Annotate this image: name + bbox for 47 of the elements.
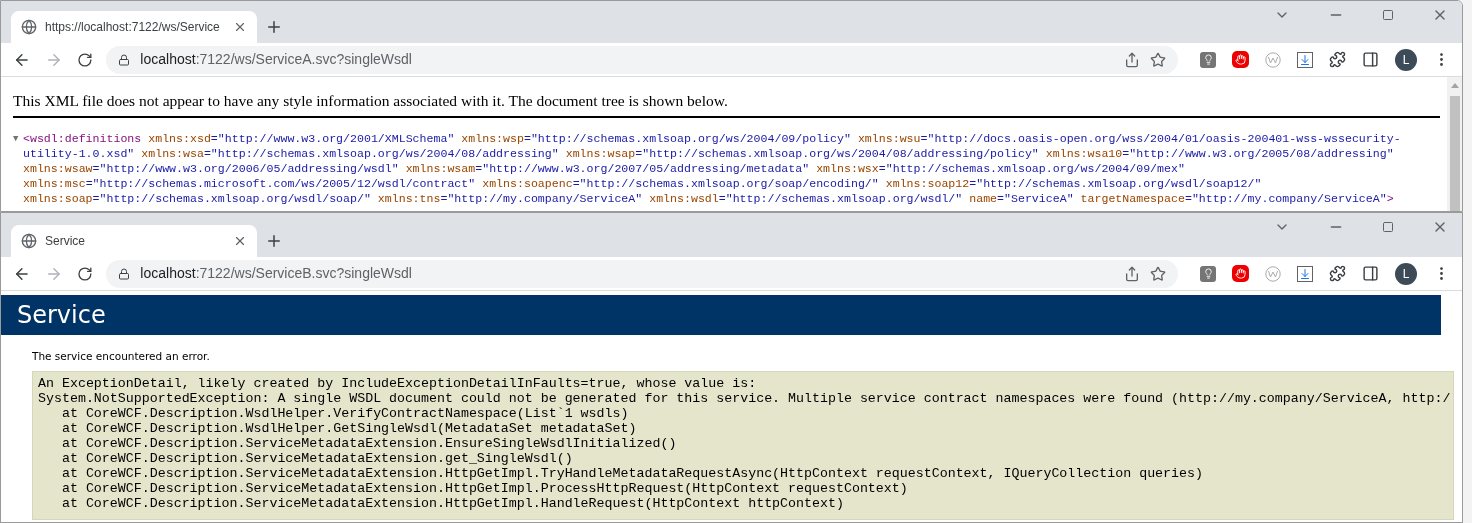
xml-code-line: <wsdl:definitions xmlns:xsd="http://www.w3.org/2001/XMLSchema" xmlns:wsp="http://schemas.xmlsoap.org/ws/2004/09/policy" xmlns:wsu="http://docs.oasis-open.org/wss/2004/01/oasis-200401-wss-wssecurity- — [23, 131, 1401, 147]
address-bar[interactable]: localhost:7122/ws/ServiceA.svc?singleWsdl — [106, 45, 1178, 74]
download-extension-icon[interactable] — [1297, 51, 1313, 68]
maximize-icon[interactable] — [1382, 221, 1394, 233]
tab-title: Service — [45, 233, 86, 250]
close-tab-icon[interactable] — [233, 20, 247, 34]
lightbulb-extension-icon[interactable] — [1200, 51, 1216, 68]
url-text: localhost:7122/ws/ServiceB.svc?singleWsdl — [140, 264, 413, 283]
xml-code-line: utility-1.0.xsd" xmlns:wsa="http://schemas.xmlsoap.org/ws/2004/08/addressing" xmlns:wsap="http://schemas.xmlsoap.org/ws/2004/08/addressing/policy" xmlns:wsa10="http://www.w3.org/2005/08/addressing" — [23, 146, 1395, 162]
download-extension-icon[interactable] — [1297, 265, 1313, 282]
tab-title: https://localhost:7122/ws/Service — [45, 19, 221, 36]
globe-icon — [21, 233, 37, 249]
stop-hand-extension-icon[interactable] — [1232, 265, 1249, 282]
side-panel-icon[interactable] — [1362, 265, 1379, 282]
address-bar[interactable]: localhost:7122/ws/ServiceB.svc?singleWsdl — [106, 259, 1178, 288]
xml-code-line: xmlns:soap="http://schemas.xmlsoap.org/wsdl/soap/" xmlns:tns="http://my.company/ServiceA" xmlns:wsdl="http://schemas.xmlsoap.org/wsdl/" name="ServiceA" targetNamespace="http://my.company/ServiceA"> — [23, 191, 1395, 207]
extensions-icon[interactable] — [1329, 265, 1346, 282]
reload-icon[interactable] — [76, 265, 93, 282]
reload-icon[interactable] — [76, 51, 93, 68]
url-text: localhost:7122/ws/ServiceA.svc?singleWsdl — [140, 50, 413, 69]
error-message: The service encountered an error. — [32, 349, 211, 364]
browser-tab[interactable]: https://localhost:7122/ws/Service — [11, 11, 257, 43]
maximize-icon[interactable] — [1382, 9, 1394, 21]
xml-code-line: xmlns:wsaw="http://www.w3.org/2006/05/addressing/wsdl" xmlns:wsam="http://www.w3.org/2007/05/addressing/metadata" xmlns:wsx="http://schemas.xmlsoap.org/ws/2004/09/mex" — [23, 161, 1186, 177]
collapse-toggle[interactable]: ▼ — [13, 131, 23, 207]
lightbulb-extension-icon[interactable] — [1200, 265, 1216, 282]
close-tab-icon[interactable] — [233, 234, 247, 248]
lock-icon — [118, 267, 131, 280]
xml-notice: This XML file does not appear to have any style information associated with it. The document tree is shown below. — [13, 77, 1440, 119]
lock-icon — [118, 53, 131, 66]
bookmark-star-icon[interactable] — [1150, 265, 1166, 282]
profile-avatar[interactable]: L — [1395, 48, 1417, 71]
vertical-scrollbar[interactable] — [1447, 77, 1462, 211]
globe-icon — [21, 19, 37, 35]
extensions-icon[interactable] — [1329, 51, 1346, 68]
profile-avatar[interactable]: L — [1395, 262, 1417, 285]
bookmark-star-icon[interactable] — [1150, 51, 1166, 68]
xml-code-line: xmlns:msc="http://schemas.microsoft.com/ws/2005/12/wsdl/contract" xmlns:soapenc="http://schemas.xmlsoap.org/soap/encoding/" xmlns:soap12="http://schemas.xmlsoap.org/wsdl/soap12/" — [23, 176, 1263, 192]
service-heading: Service — [17, 300, 106, 331]
new-tab-icon[interactable] — [265, 232, 283, 250]
new-tab-icon[interactable] — [265, 18, 283, 36]
share-icon[interactable] — [1124, 51, 1140, 68]
exception-details: An ExceptionDetail, likely created by IncludeExceptionDetailInFaults=true, whose value is: System.NotSupportedException: A single WSDL document could not be generated for this service. Multiple service contract namespaces were found (http://my.company/ServiceA, http:/ at CoreWCF.Description.WsdlHelper.VerifyContractNamespace(List`1 wsdls) at CoreWCF.Description.WsdlHelper.GetSingleWsdl(MetadataSet metadataSet) at CoreWCF.Description.ServiceMetadataExtension.EnsureSingleWsdlInitialized() at CoreWCF.Description.ServiceMetadataExtension.get_SingleWsdl() at CoreWCF.Description.ServiceMetadataExtension.HttpGetImpl.TryHandleMetadataRequestAsync(HttpContext requestContext, IQueryCollection queries) at CoreWCF.Description.ServiceMetadataExtension.HttpGetImpl.ProcessHttpRequest(HttpContext requestContext) at CoreWCF.Description.ServiceMetadataExtension.HttpGetImpl.HandleRequest(HttpContext httpContext) — [32, 370, 1454, 520]
share-icon[interactable] — [1124, 265, 1140, 282]
side-panel-icon[interactable] — [1362, 51, 1379, 68]
stop-hand-extension-icon[interactable] — [1232, 51, 1249, 68]
browser-tab[interactable]: Service — [11, 225, 257, 257]
